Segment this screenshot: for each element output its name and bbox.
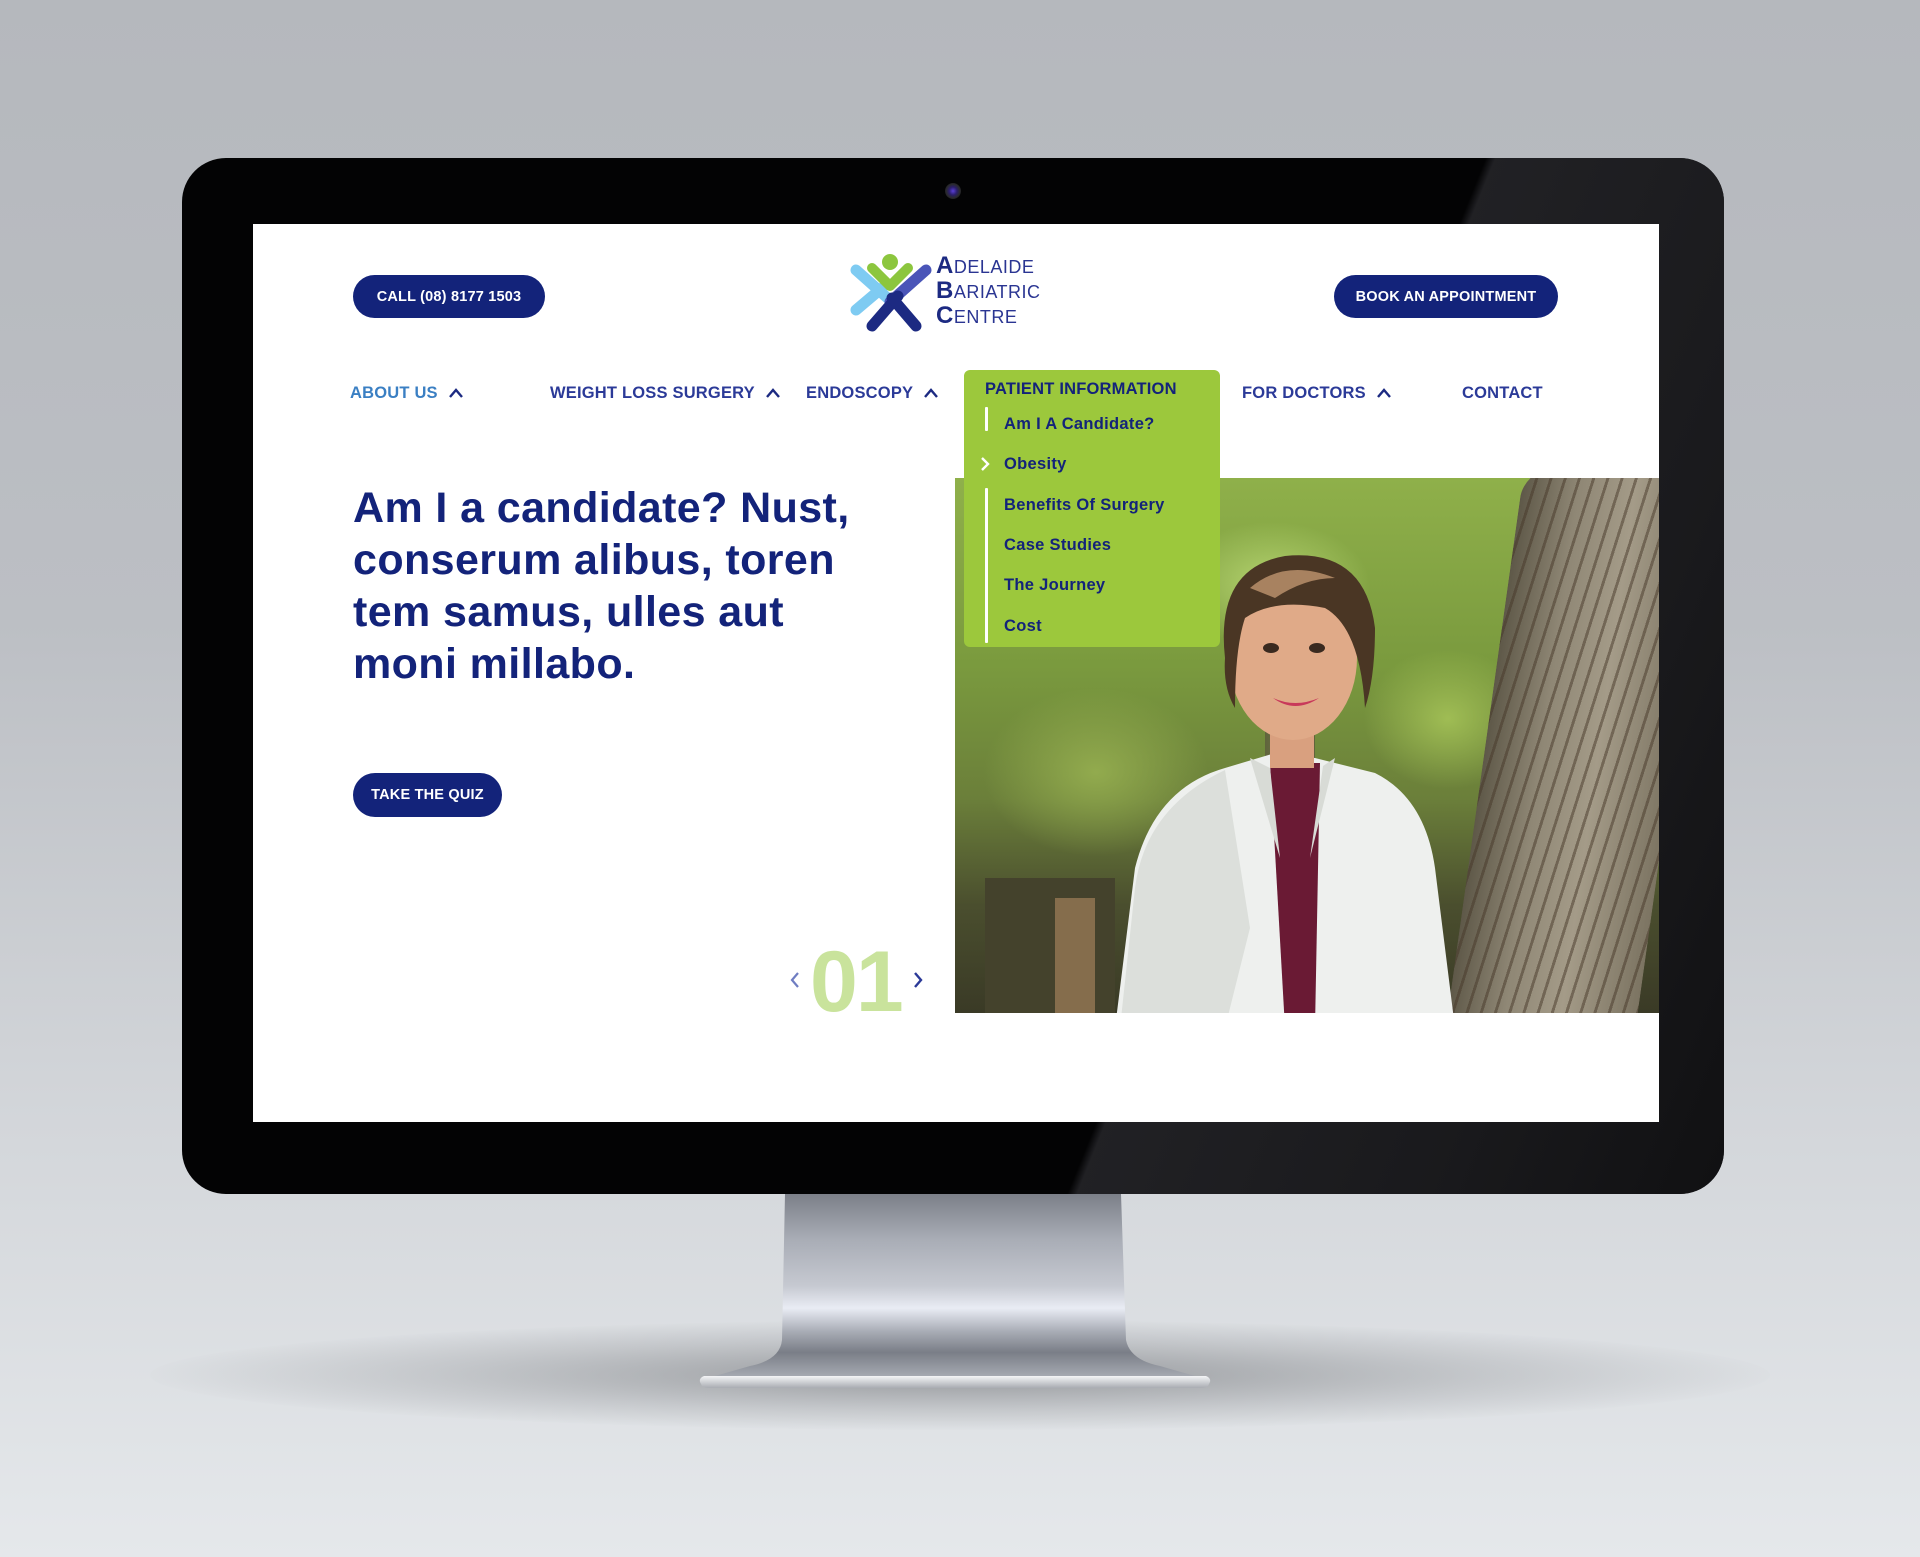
chevron-left-icon[interactable] [787,969,803,991]
monitor-bezel: CALL (08) 8177 1503 ADELAIDE BARIATRIC C… [182,158,1724,1194]
logo-wordmark: ADELAIDE BARIATRIC CENTRE [936,254,1041,329]
nav-label: ABOUT US [350,383,438,402]
logo-word: ENTRE [953,307,1018,327]
nav-for-doctors[interactable]: FOR DOCTORS [1242,380,1392,406]
patient-information-dropdown: PATIENT INFORMATION Am I A Candidate? Ob… [964,370,1220,647]
chevron-right-icon[interactable] [910,969,926,991]
call-button-label: CALL (08) 8177 1503 [376,288,522,305]
logo-letter: B [936,277,954,304]
book-appointment-label: BOOK AN APPOINTMENT [1355,288,1537,305]
chevron-right-icon [981,457,990,471]
nav-label: CONTACT [1462,383,1543,402]
nav-label: ENDOSCOPY [806,383,914,402]
nav-label: WEIGHT LOSS SURGERY [550,383,755,402]
submenu-item-obesity[interactable]: Obesity [1004,452,1067,476]
submenu-divider-line [985,407,988,431]
hero-headline: Am I a candidate? Nust, conserum alibus,… [353,484,850,688]
logo-word: DELAIDE [953,257,1035,277]
slide-counter: 01 [810,934,904,1030]
person-x-logo-icon [850,254,932,332]
submenu-divider-line [985,488,988,643]
nav-endoscopy[interactable]: ENDOSCOPY [806,380,939,406]
nav-weight-loss-surgery[interactable]: WEIGHT LOSS SURGERY [550,380,781,406]
chevron-up-icon [924,388,939,398]
webcam-icon [945,183,961,199]
submenu-item-am-i-a-candidate[interactable]: Am I A Candidate? [1004,412,1155,436]
submenu-item-cost[interactable]: Cost [1004,614,1042,638]
book-appointment-button[interactable]: BOOK AN APPOINTMENT [1334,275,1558,318]
nav-contact[interactable]: CONTACT [1462,380,1543,406]
nav-about-us[interactable]: ABOUT US [350,380,464,406]
chevron-up-icon [1376,388,1391,398]
chevron-up-icon [448,388,463,398]
submenu-item-the-journey[interactable]: The Journey [1004,573,1105,597]
take-the-quiz-button[interactable]: TAKE THE QUIZ [353,773,502,817]
submenu-item-case-studies[interactable]: Case Studies [1004,533,1111,557]
submenu-item-benefits-of-surgery[interactable]: Benefits Of Surgery [1004,493,1165,517]
monitor-stand [699,1194,1211,1388]
chevron-up-icon [765,388,780,398]
website-screen: CALL (08) 8177 1503 ADELAIDE BARIATRIC C… [253,224,1659,1122]
nav-label: FOR DOCTORS [1242,383,1366,402]
logo-letter: C [936,302,954,329]
site-logo[interactable]: ADELAIDE BARIATRIC CENTRE [848,250,1063,334]
logo-word: ARIATRIC [953,282,1041,302]
logo-letter: A [936,252,954,279]
call-button[interactable]: CALL (08) 8177 1503 [353,275,545,318]
nav-patient-information[interactable]: PATIENT INFORMATION [985,380,1177,399]
take-the-quiz-label: TAKE THE QUIZ [371,787,484,803]
